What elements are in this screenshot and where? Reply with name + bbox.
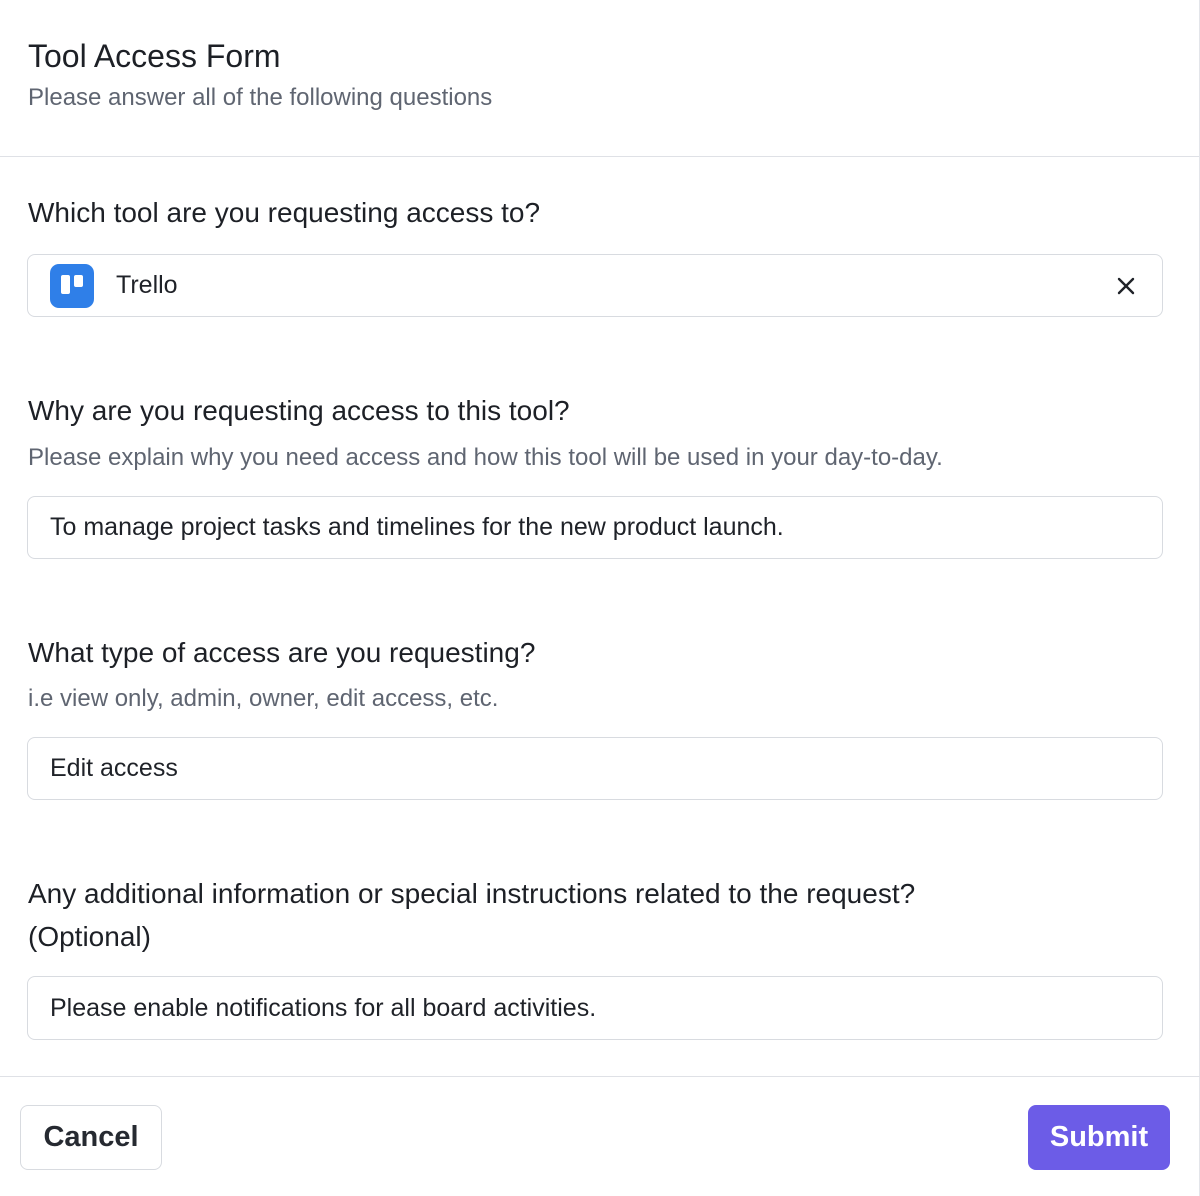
question-access-type-label: What type of access are you requesting? (28, 637, 536, 668)
question-reason-helper: Please explain why you need access and h… (28, 444, 943, 471)
form-header: Tool Access Form Please answer all of th… (0, 0, 1199, 157)
question-additional-info-optional: (Optional) (28, 921, 151, 952)
question-reason-label: Why are you requesting access to this to… (28, 395, 570, 426)
form-title: Tool Access Form (28, 38, 281, 74)
form-footer: Cancel Submit (0, 1076, 1200, 1196)
cancel-button[interactable]: Cancel (20, 1105, 162, 1170)
submit-button[interactable]: Submit (1028, 1105, 1170, 1170)
trello-icon (50, 263, 94, 308)
tool-access-form: Tool Access Form Please answer all of th… (0, 0, 1200, 1196)
access-type-input[interactable]: Edit access (27, 737, 1163, 800)
question-additional-info-label: Any additional information or special in… (28, 878, 916, 909)
additional-info-input[interactable]: Please enable notifications for all boar… (27, 976, 1163, 1040)
selected-tool-name: Trello (116, 271, 178, 299)
question-tool-label: Which tool are you requesting access to? (28, 197, 541, 228)
question-access-type-helper: i.e view only, admin, owner, edit access… (28, 685, 499, 712)
form-subtitle: Please answer all of the following quest… (28, 84, 493, 111)
close-icon[interactable] (1112, 272, 1140, 300)
tool-select[interactable]: Trello (27, 254, 1163, 317)
additional-info-input-value: Please enable notifications for all boar… (50, 993, 597, 1022)
access-type-input-value: Edit access (50, 754, 178, 782)
reason-input[interactable]: To manage project tasks and timelines fo… (27, 496, 1163, 559)
reason-input-value: To manage project tasks and timelines fo… (50, 513, 784, 541)
